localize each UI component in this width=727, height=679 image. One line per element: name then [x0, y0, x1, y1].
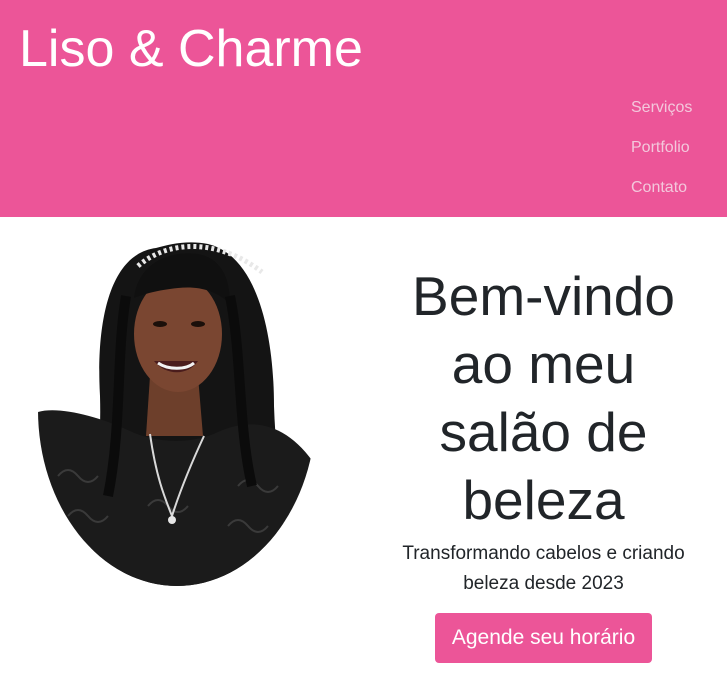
hero-subtitle: Transformando cabelos e criando beleza d…: [402, 543, 685, 594]
hero-section: Bem-vindo ao meu salão de beleza Transfo…: [380, 262, 707, 663]
site-logo-text[interactable]: Liso & Charme: [19, 18, 363, 80]
main-nav: Serviços Portfolio Contato: [631, 98, 692, 218]
site-header: Liso & Charme Serviços Portfolio Contato: [0, 0, 727, 217]
portrait-illustration: [38, 242, 316, 586]
nav-item-portfolio[interactable]: Portfolio: [631, 138, 692, 178]
schedule-button[interactable]: Agende seu horário: [434, 613, 653, 663]
nav-item-servicos[interactable]: Serviços: [631, 98, 692, 138]
nav-item-contato[interactable]: Contato: [631, 178, 692, 218]
profile-photo: [38, 242, 316, 586]
hero-title: Bem-vindo ao meu salão de beleza: [412, 265, 675, 531]
